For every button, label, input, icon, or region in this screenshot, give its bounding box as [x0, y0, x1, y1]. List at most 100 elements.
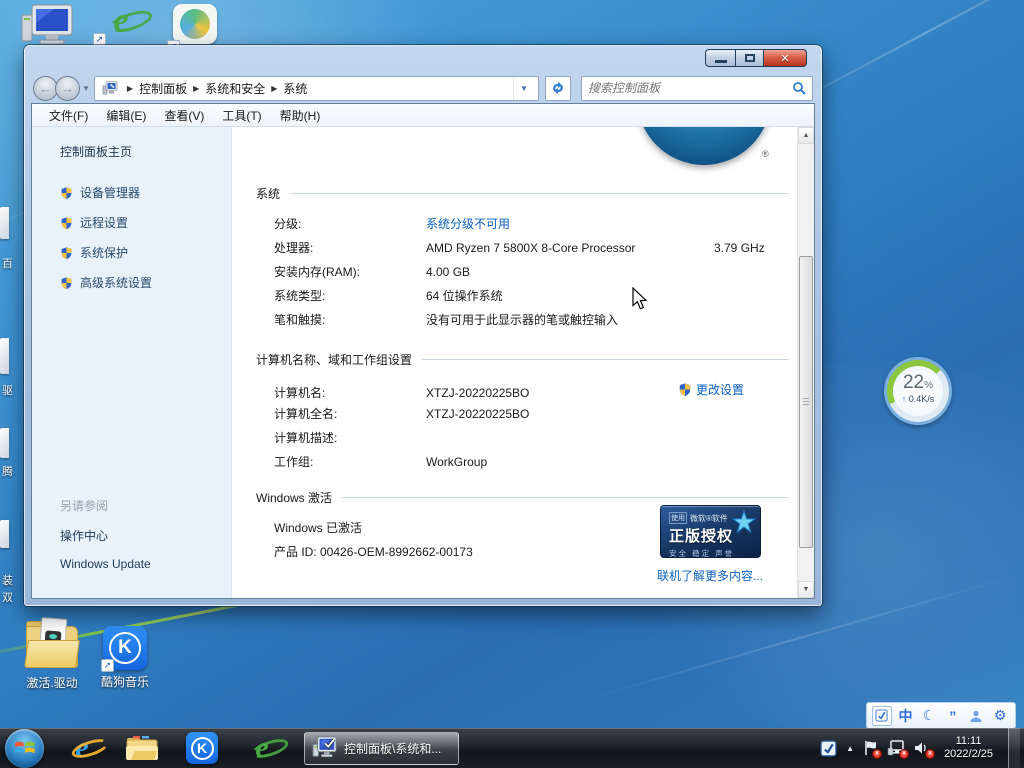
row-value: XTZJ-20220225BO: [426, 407, 678, 421]
percent-sign: %: [924, 380, 933, 391]
scrollbar-track[interactable]: [798, 144, 814, 581]
row-label: 笔和触摸:: [274, 311, 426, 328]
menu-help[interactable]: 帮助(H): [271, 104, 330, 127]
partial-desktop-icon: [0, 520, 9, 548]
search-box[interactable]: [581, 76, 813, 101]
address-dropdown-icon[interactable]: ▼: [513, 77, 534, 100]
sidebar-item-remote-settings[interactable]: 远程设置: [60, 214, 231, 231]
network-status-icon[interactable]: ×: [887, 740, 905, 756]
sidebar-item-system-protection[interactable]: 系统保护: [60, 244, 231, 261]
processor-speed: 3.79 GHz: [714, 241, 789, 255]
sidebar-item-advanced-settings[interactable]: 高级系统设置: [60, 274, 231, 291]
breadcrumb-arrow-icon: ▶: [121, 84, 139, 93]
maximize-button[interactable]: [735, 49, 763, 67]
row-label: 分级:: [274, 215, 426, 232]
error-badge: ×: [899, 749, 909, 759]
sidebar-item-label: 高级系统设置: [80, 274, 152, 291]
partial-icon-label: 驱: [2, 382, 13, 398]
search-icon[interactable]: [792, 81, 806, 95]
sidebar-item-control-panel-home[interactable]: 控制面板主页: [60, 143, 231, 160]
partial-desktop-icon: [0, 428, 9, 458]
row-label: 系统类型:: [274, 287, 426, 304]
badge-line1: 微软®软件: [690, 513, 728, 524]
folder-icon: [26, 626, 78, 668]
folder-icon: [125, 734, 159, 762]
action-center-flag-icon[interactable]: ×: [863, 740, 878, 756]
row-label: 计算机描述:: [274, 429, 426, 446]
menu-edit[interactable]: 编辑(E): [97, 104, 155, 127]
change-settings-link[interactable]: 更改设置: [678, 381, 789, 398]
desktop-icon-computer[interactable]: [18, 3, 78, 50]
ime-chinese-mode[interactable]: 中: [895, 706, 915, 726]
menu-file[interactable]: 文件(F): [40, 104, 97, 127]
show-desktop-button[interactable]: [1008, 728, 1020, 768]
info-row-memory: 安装内存(RAM): 4.00 GB: [274, 263, 789, 287]
uac-shield-icon: [60, 186, 73, 200]
info-row-system-type: 系统类型: 64 位操作系统: [274, 287, 789, 311]
error-badge: ×: [925, 749, 935, 759]
rating-unavailable-link[interactable]: 系统分级不可用: [426, 215, 714, 232]
recent-pages-chevron-icon[interactable]: ▼: [82, 84, 90, 93]
row-label: 处理器:: [274, 239, 426, 256]
menu-tools[interactable]: 工具(T): [213, 104, 270, 127]
ime-user-icon[interactable]: [966, 706, 986, 726]
row-value: 64 位操作系统: [426, 287, 714, 304]
active-task-control-panel[interactable]: 控制面板\系统和...: [304, 732, 459, 765]
taskbar-kugou-icon[interactable]: K: [182, 730, 222, 766]
learn-more-online-link[interactable]: 联机了解更多内容...: [657, 567, 763, 584]
scrollbar-thumb[interactable]: [799, 256, 813, 548]
breadcrumb-system[interactable]: 系统: [283, 80, 307, 97]
sidebar-item-device-manager[interactable]: 设备管理器: [60, 184, 231, 201]
address-bar[interactable]: ▶ 控制面板 ▶ 系统和安全 ▶ 系统 ▼: [94, 76, 539, 101]
upload-arrow-icon: ↑: [902, 394, 907, 404]
volume-muted-icon[interactable]: ×: [914, 740, 931, 756]
partial-icon-label: 装: [2, 572, 13, 588]
row-label: 安装内存(RAM):: [274, 263, 426, 280]
desktop-icon-360-browser[interactable]: e ➚: [95, 4, 147, 38]
uac-shield-icon: [60, 276, 73, 290]
genuine-star-icon: [731, 510, 757, 536]
breadcrumb-system-security[interactable]: 系统和安全: [205, 80, 265, 97]
forward-button[interactable]: →: [55, 76, 80, 101]
scroll-up-arrow[interactable]: ▲: [798, 127, 814, 144]
ime-punctuation-icon[interactable]: ”: [943, 706, 963, 726]
breadcrumb-arrow-icon: ▶: [265, 84, 283, 93]
system-properties-window: ✕ ← → ▼ ▶ 控制面板 ▶ 系统和安全 ▶ 系统 ▼: [24, 45, 822, 606]
info-row-computer-name: 计算机名: XTZJ-20220225BO 更改设置: [274, 381, 789, 405]
sidebar-item-action-center[interactable]: 操作中心: [60, 527, 231, 544]
clock-time: 11:11: [944, 735, 993, 748]
sidebar-item-windows-update[interactable]: Windows Update: [60, 557, 231, 571]
search-input[interactable]: [588, 81, 792, 95]
minimize-button[interactable]: [705, 49, 735, 67]
tray-ime-icon[interactable]: [820, 740, 837, 757]
title-bar[interactable]: ✕: [31, 46, 815, 73]
row-value: WorkGroup: [426, 455, 678, 469]
genuine-microsoft-badge: 使用微软®软件 正版授权 安全 稳定 声誉: [660, 505, 761, 558]
scroll-down-arrow[interactable]: ▼: [798, 581, 814, 598]
vertical-scrollbar[interactable]: ▲ ▼: [797, 127, 814, 598]
ime-status-icon[interactable]: [872, 706, 892, 726]
ime-settings-gear-icon[interactable]: ⚙: [990, 706, 1010, 726]
breadcrumb-control-panel[interactable]: 控制面板: [139, 80, 187, 97]
360-speed-ball-widget[interactable]: 22% ↑ 0.4K/s: [884, 357, 952, 425]
360-browser-icon: e: [255, 733, 268, 763]
start-button[interactable]: [5, 729, 44, 768]
row-label: 计算机名:: [274, 384, 426, 401]
uac-shield-icon: [60, 246, 73, 260]
sidebar-item-label: 远程设置: [80, 214, 128, 231]
desktop-icon-kugou-music[interactable]: K ➚ 酷狗音乐: [82, 626, 168, 690]
desktop-icon-app-swirl[interactable]: ➚: [169, 4, 221, 47]
clock[interactable]: 11:11 2022/2/25: [944, 735, 993, 761]
menu-view[interactable]: 查看(V): [155, 104, 213, 127]
navigation-bar: ← → ▼ ▶ 控制面板 ▶ 系统和安全 ▶ 系统 ▼: [31, 73, 815, 103]
taskbar-360-browser-icon[interactable]: e: [242, 730, 282, 766]
info-row-workgroup: 工作组: WorkGroup: [274, 453, 789, 477]
taskbar-ie-icon[interactable]: e: [62, 730, 102, 766]
refresh-button[interactable]: [545, 76, 571, 101]
row-label: 计算机全名:: [274, 405, 426, 422]
ime-halfmoon-icon[interactable]: ☾: [919, 706, 939, 726]
net-speed: 0.4K/s: [909, 394, 935, 404]
taskbar-explorer-icon[interactable]: [122, 730, 162, 766]
show-hidden-icons-button[interactable]: ▲: [846, 744, 854, 753]
close-button[interactable]: ✕: [763, 49, 807, 67]
